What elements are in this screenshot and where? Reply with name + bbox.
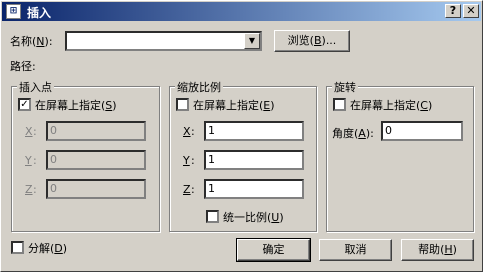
name-key: N xyxy=(36,35,45,48)
help-label: 帮助 xyxy=(418,243,441,256)
angle-label: 角度(A): xyxy=(332,127,374,140)
colon: : xyxy=(191,125,195,138)
browse-ellipsis: ... xyxy=(325,34,337,47)
rotation-on-screen-checkbox[interactable] xyxy=(333,98,346,111)
explode-text: 分解 xyxy=(28,242,50,255)
explode-checkbox[interactable] xyxy=(11,241,24,254)
scale-z-field[interactable]: 1 xyxy=(204,179,304,199)
scale-y-field[interactable]: 1 xyxy=(204,150,304,170)
angle-label-text: 角度 xyxy=(332,127,354,140)
colon: : xyxy=(191,154,195,167)
close-button[interactable]: ✕ xyxy=(463,4,479,18)
colon: : xyxy=(33,125,37,138)
rotation-title: 旋转 xyxy=(332,79,358,95)
insertion-on-screen-text: 在屏幕上指定 xyxy=(35,99,101,112)
scale-x-label: X xyxy=(183,125,191,138)
insertion-z-label: Z xyxy=(25,183,33,196)
insertion-x-field[interactable]: 0 xyxy=(46,121,146,141)
title-bar: ⊞ 插入 ? ✕ xyxy=(2,2,481,21)
browse-key: B xyxy=(313,34,322,47)
insertion-y-label: Y xyxy=(25,154,32,167)
scale-y-label: Y xyxy=(183,154,190,167)
insertion-on-screen-label: 在屏幕上指定(S) xyxy=(35,99,117,112)
uniform-scale-text: 统一比例 xyxy=(223,211,267,224)
angle-key: A xyxy=(358,127,366,140)
insertion-point-title: 插入点 xyxy=(17,79,54,95)
uniform-scale-key: U xyxy=(271,211,280,224)
scale-z-label: Z xyxy=(183,183,191,196)
scale-on-screen-text: 在屏幕上指定 xyxy=(193,99,259,112)
insert-dialog: ⊞ 插入 ? ✕ 名称(N): ▼ 浏览(B)... 路径: 插入点 ✓ 在屏幕… xyxy=(0,0,483,272)
explode-label: 分解(D) xyxy=(28,242,68,255)
name-label-text: 名称 xyxy=(10,35,32,48)
insertion-on-screen-key: S xyxy=(105,99,113,112)
scale-x-field[interactable]: 1 xyxy=(204,121,304,141)
app-icon: ⊞ xyxy=(6,4,21,19)
name-combobox[interactable]: ▼ xyxy=(65,31,262,51)
scale-title: 缩放比例 xyxy=(175,79,223,95)
insertion-on-screen-checkbox[interactable]: ✓ xyxy=(18,98,31,111)
uniform-scale-label: 统一比例(U) xyxy=(223,211,284,224)
scale-on-screen-key: E xyxy=(263,99,271,112)
browse-button[interactable]: 浏览(B)... xyxy=(274,30,350,52)
insertion-z-field[interactable]: 0 xyxy=(46,179,146,199)
colon: : xyxy=(33,183,37,196)
name-label: 名称(N): xyxy=(10,35,53,48)
angle-field[interactable]: 0 xyxy=(381,121,463,141)
path-label: 路径: xyxy=(10,60,36,73)
help-title-button[interactable]: ? xyxy=(445,4,461,18)
explode-key: D xyxy=(54,242,63,255)
rotation-on-screen-text: 在屏幕上指定 xyxy=(350,99,416,112)
ok-button[interactable]: 确定 xyxy=(236,238,311,262)
rotation-on-screen-label: 在屏幕上指定(C) xyxy=(350,99,433,112)
uniform-scale-checkbox[interactable] xyxy=(206,210,219,223)
colon: : xyxy=(33,154,37,167)
help-key: H xyxy=(444,243,453,256)
chevron-down-icon[interactable]: ▼ xyxy=(244,33,260,49)
window-title: 插入 xyxy=(27,6,52,20)
insertion-y-field[interactable]: 0 xyxy=(46,150,146,170)
rotation-on-screen-key: C xyxy=(420,99,428,112)
browse-label: 浏览 xyxy=(287,34,310,47)
cancel-button[interactable]: 取消 xyxy=(319,239,392,261)
scale-on-screen-checkbox[interactable] xyxy=(176,98,189,111)
help-button[interactable]: 帮助(H) xyxy=(401,239,474,261)
colon: : xyxy=(191,183,195,196)
insertion-x-label: X xyxy=(25,125,33,138)
scale-on-screen-label: 在屏幕上指定(E) xyxy=(193,99,275,112)
